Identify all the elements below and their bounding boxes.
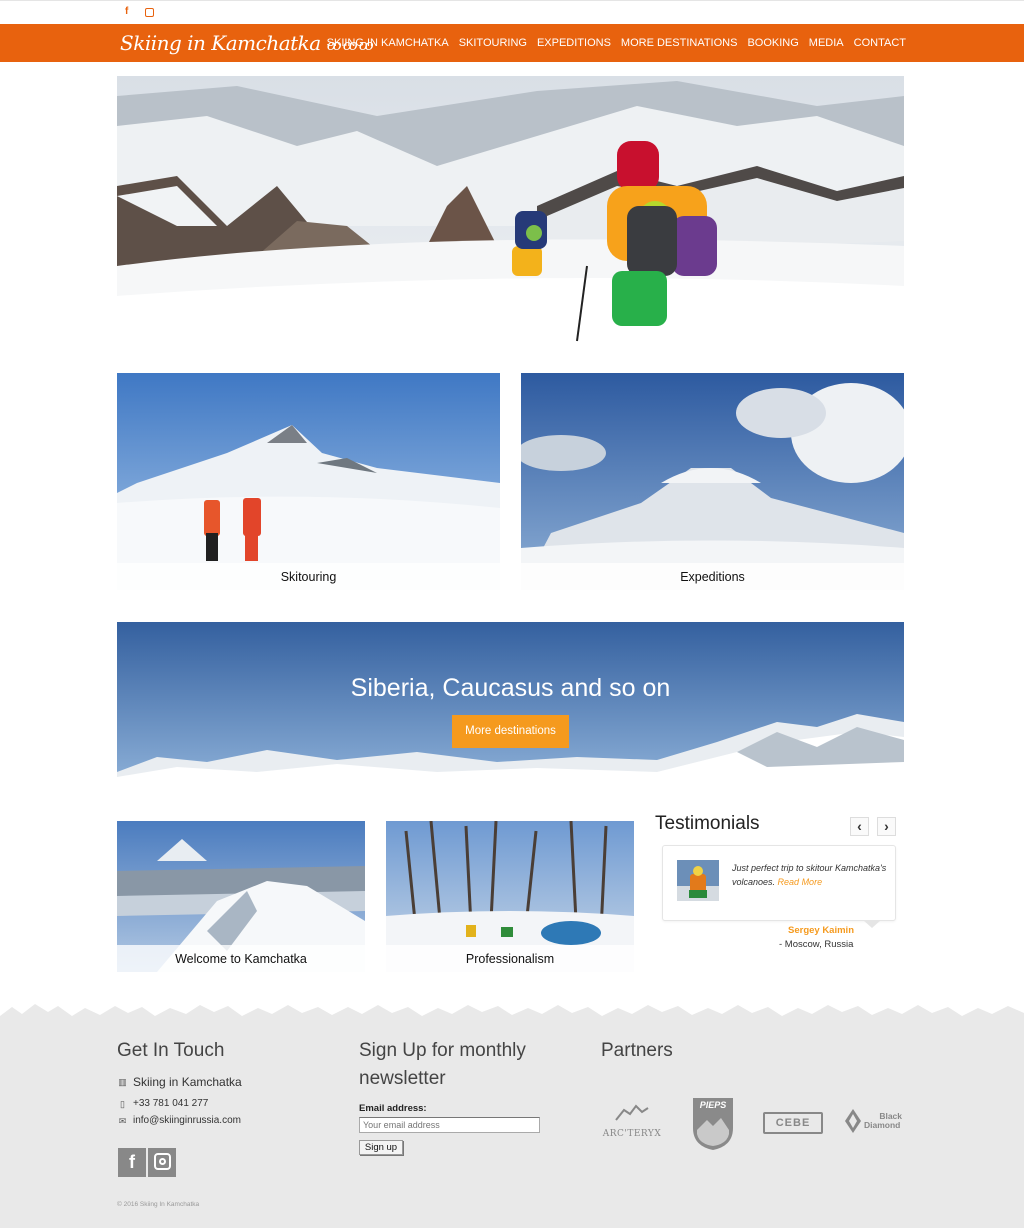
tile-caption: Skitouring	[117, 563, 500, 590]
building-icon: ▥	[118, 1077, 127, 1087]
testimonial-quote: Just perfect trip to skitour Kamchatka's…	[732, 861, 887, 889]
tile-caption: Expeditions	[521, 563, 904, 590]
cebe-logo[interactable]: CEBE	[763, 1112, 823, 1134]
nav-expeditions[interactable]: EXPEDITIONS	[537, 37, 611, 49]
welcome-tile[interactable]: Welcome to Kamchatka	[117, 821, 365, 972]
logo-text: Skiing in Kamchatka	[120, 31, 321, 55]
testimonials-title: Testimonials	[655, 813, 760, 834]
newsletter-title: Sign Up for monthly newsletter	[359, 1040, 526, 1089]
hero-image	[117, 76, 904, 352]
envelope-icon: ✉	[118, 1115, 127, 1126]
facebook-icon[interactable]: f	[125, 7, 128, 17]
company-name: Skiing in Kamchatka	[133, 1075, 242, 1089]
more-destinations-button[interactable]: More destinations	[452, 715, 569, 748]
expeditions-tile[interactable]: Expeditions	[521, 373, 904, 590]
arcteryx-bird-icon	[615, 1104, 649, 1121]
email-link[interactable]: info@skiinginrussia.com	[133, 1115, 241, 1126]
black-diamond-logo[interactable]: Black Diamond	[845, 1109, 905, 1135]
contact-phone: ▯ +33 781 041 277	[117, 1098, 208, 1109]
nav-contact[interactable]: CONTACT	[854, 37, 906, 49]
arcteryx-text: ARC'TERYX	[602, 1129, 662, 1139]
email-label: Email address:	[359, 1103, 427, 1114]
nav-media[interactable]: MEDIA	[809, 37, 844, 49]
copyright-text: © 2016 Skiing In Kamchatka	[117, 1201, 200, 1208]
tile-caption: Welcome to Kamchatka	[117, 945, 365, 972]
pieps-text: PIEPS	[700, 1100, 727, 1110]
testimonial-next-button[interactable]: ›	[877, 817, 896, 836]
testimonial-avatar	[677, 860, 719, 901]
main-nav: SKIING IN KAMCHATKA SKITOURING EXPEDITIO…	[317, 24, 906, 62]
testimonial-author: Sergey Kaimin	[788, 925, 854, 936]
tile-caption: Professionalism	[386, 945, 634, 972]
nav-more-destinations[interactable]: MORE DESTINATIONS	[621, 37, 738, 49]
phone-icon: ▯	[120, 1098, 125, 1109]
testimonial-prev-button[interactable]: ‹	[850, 817, 869, 836]
skitouring-tile[interactable]: Skitouring	[117, 373, 500, 590]
nav-booking[interactable]: BOOKING	[747, 37, 798, 49]
partners-title: Partners	[601, 1040, 673, 1061]
contact-title: Get In Touch	[117, 1040, 225, 1061]
professionalism-tile[interactable]: Professionalism	[386, 821, 634, 972]
contact-email: ✉ info@skiinginrussia.com	[117, 1115, 241, 1126]
black-diamond-text-2: Diamond	[864, 1120, 901, 1130]
diamond-icon	[845, 1109, 861, 1133]
testimonial-card: Just perfect trip to skitour Kamchatka's…	[662, 845, 896, 928]
phone-number: +33 781 041 277	[133, 1098, 209, 1109]
top-bar: f	[0, 0, 1024, 24]
main-header: Skiing in Kamchatka ꝏꝏꝏ SKIING IN KAMCHAT…	[0, 24, 1024, 62]
cebe-text: CEBE	[775, 1117, 811, 1129]
footer-mountain-edge	[0, 1004, 1024, 1016]
banner-title: Siberia, Caucasus and so on	[350, 674, 671, 702]
testimonial-location: - Moscow, Russia	[779, 939, 854, 950]
nav-skiing-in-kamchatka[interactable]: SKIING IN KAMCHATKA	[327, 37, 449, 49]
sign-up-button[interactable]: Sign up	[359, 1140, 403, 1155]
instagram-icon[interactable]	[145, 8, 154, 17]
facebook-icon[interactable]: f	[118, 1148, 146, 1177]
instagram-icon[interactable]	[148, 1148, 176, 1177]
pieps-logo[interactable]: PIEPS	[691, 1096, 735, 1151]
destinations-banner: Siberia, Caucasus and so on More destina…	[117, 622, 904, 789]
nav-skitouring[interactable]: SKITOURING	[459, 37, 527, 49]
contact-company: ▥ Skiing in Kamchatka	[117, 1075, 242, 1089]
newsletter-email-input[interactable]	[359, 1117, 540, 1133]
arcteryx-logo[interactable]: ARC'TERYX	[601, 1102, 663, 1144]
read-more-link[interactable]: Read More	[778, 877, 823, 887]
